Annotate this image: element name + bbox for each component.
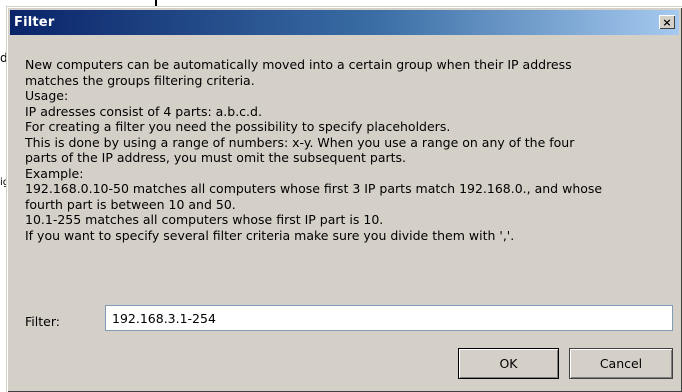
cancel-button-label: Cancel (599, 356, 643, 371)
description-line: This is done by using a range of numbers… (25, 134, 575, 150)
description-line: matches the groups filtering criteria. (25, 72, 255, 88)
description-line: 192.168.0.10-50 matches all computers wh… (25, 181, 603, 196)
ok-button[interactable]: OK (458, 348, 559, 379)
dialog-title: Filter (14, 15, 55, 30)
ok-button-label: OK (499, 356, 518, 371)
description-line: If you want to specify several filter cr… (25, 227, 515, 243)
description-line: For creating a filter you need the possi… (25, 119, 451, 134)
filter-dialog: Filter × New computers can be automatica… (6, 6, 682, 392)
description-line: IP adresses consist of 4 parts: a.b.c.d. (25, 103, 262, 119)
description-line: fourth part is between 10 and 50. (25, 196, 236, 212)
description-line: New computers can be automatically moved… (25, 57, 572, 72)
cancel-button[interactable]: Cancel (569, 348, 673, 379)
dialog-titlebar[interactable]: Filter × (10, 10, 679, 35)
close-icon: × (662, 15, 672, 29)
description-line: Example: (25, 165, 84, 181)
filter-label: Filter: (25, 314, 60, 329)
description-line: Usage: (25, 88, 69, 103)
description-text: New computers can be automatically moved… (25, 57, 670, 243)
close-button[interactable]: × (659, 15, 675, 29)
description-line: parts of the IP address, you must omit t… (25, 150, 407, 165)
description-line: 10.1-255 matches all computers whose fir… (25, 212, 384, 227)
filter-input[interactable] (105, 305, 673, 331)
